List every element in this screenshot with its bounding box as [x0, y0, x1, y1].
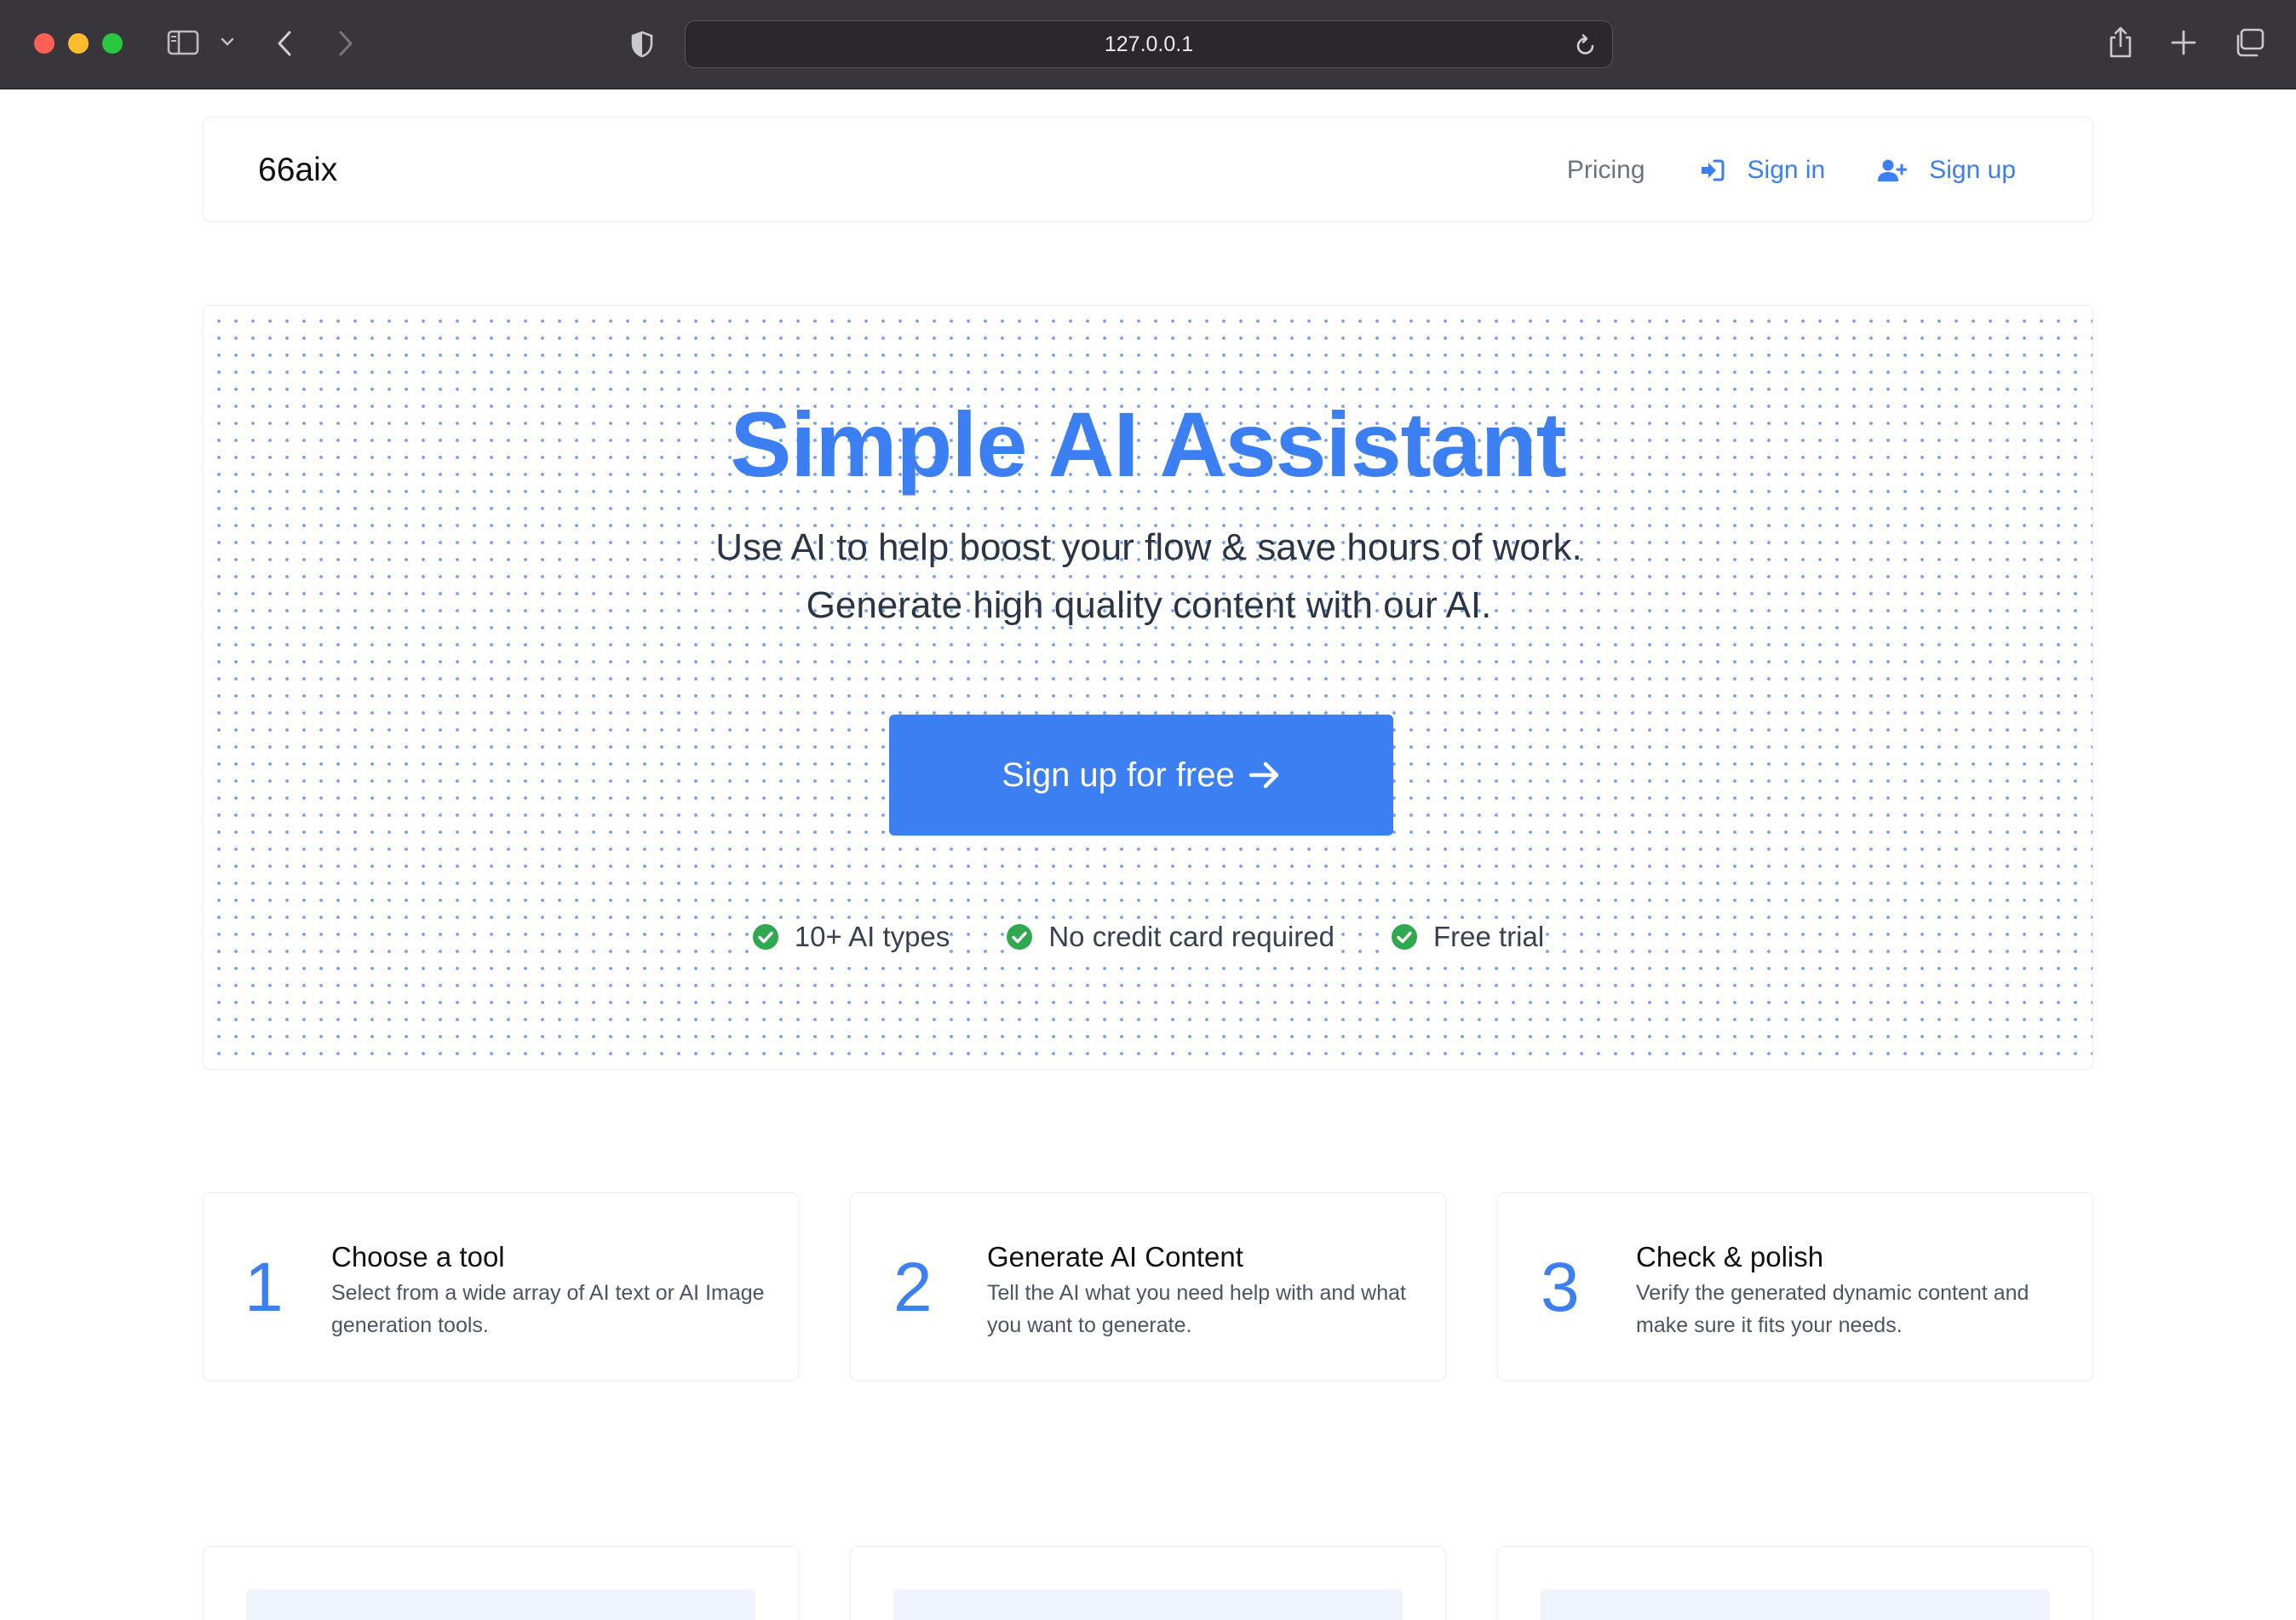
hero-perks: 10+ AI types No credit card required Fre… [204, 921, 2092, 953]
url-text: 127.0.0.1 [1104, 32, 1194, 56]
perk-item: 10+ AI types [751, 921, 950, 953]
pricing-link[interactable]: Pricing [1567, 156, 1645, 185]
check-circle-icon [1006, 923, 1033, 951]
step-number: 1 [244, 1249, 284, 1326]
feature-card[interactable] [850, 1546, 1446, 1620]
minimize-window-button[interactable] [68, 33, 89, 54]
step-card-generate-content: 2 Generate AI Content Tell the AI what y… [850, 1192, 1446, 1382]
user-plus-icon [1878, 158, 1908, 182]
sign-in-link-label: Sign in [1747, 156, 1826, 184]
perk-label: 10+ AI types [794, 921, 950, 952]
feature-card[interactable] [203, 1546, 799, 1620]
browser-toolbar: 127.0.0.1 [0, 0, 2296, 89]
address-bar[interactable]: 127.0.0.1 [685, 20, 1613, 68]
step-number: 2 [893, 1249, 933, 1326]
chevron-down-icon[interactable] [220, 36, 235, 48]
feature-card[interactable] [1497, 1546, 2093, 1620]
tab-overview-icon[interactable] [2233, 27, 2265, 58]
step-card-choose-tool: 1 Choose a tool Select from a wide array… [203, 1192, 799, 1382]
arrow-right-icon [1248, 761, 1281, 790]
hero-section: Simple AI Assistant Use AI to help boost… [203, 305, 2093, 1070]
check-circle-icon [752, 923, 779, 951]
perk-item: Free trial [1391, 921, 1545, 953]
sign-up-free-button[interactable]: Sign up for free [889, 715, 1393, 836]
share-icon[interactable] [2107, 26, 2134, 60]
sign-up-link[interactable]: Sign up [1878, 156, 2016, 185]
check-circle-icon [1391, 923, 1418, 951]
perk-label: No credit card required [1048, 921, 1335, 952]
sign-in-link[interactable]: Sign in [1700, 156, 1826, 185]
sign-up-link-label: Sign up [1929, 156, 2016, 184]
perk-item: No credit card required [1006, 921, 1335, 953]
step-description: Tell the AI what you need help with and … [987, 1281, 1406, 1337]
feature-card-media [246, 1589, 755, 1620]
sign-up-free-button-label: Sign up for free [1002, 755, 1235, 794]
step-description: Select from a wide array of AI text or A… [331, 1281, 765, 1337]
hero-title: Simple AI Assistant [730, 393, 1566, 496]
privacy-shield-icon[interactable] [630, 31, 654, 58]
nav-links: Pricing Sign in Sign up [1567, 118, 2016, 223]
feature-card-media [1541, 1589, 2050, 1620]
sidebar-toggle-icon[interactable] [167, 29, 199, 56]
step-card-check-polish: 3 Check & polish Verify the generated dy… [1497, 1192, 2093, 1382]
pricing-link-label: Pricing [1566, 156, 1645, 184]
hero-subtitle: Use AI to help boost your flow & save ho… [715, 526, 1582, 626]
feature-card-media [893, 1589, 1403, 1620]
back-icon[interactable] [274, 29, 295, 58]
forward-icon[interactable] [336, 29, 356, 58]
site-logo[interactable]: 66aix [258, 118, 337, 223]
site-navbar: 66aix Pricing Sign in Sign up [203, 117, 2093, 222]
new-tab-icon[interactable] [2170, 29, 2197, 56]
step-number: 3 [1541, 1249, 1580, 1326]
zoom-window-button[interactable] [102, 33, 123, 54]
step-title: Generate AI Content [987, 1241, 1243, 1272]
sign-in-icon [1700, 158, 1725, 182]
reload-icon[interactable] [1575, 33, 1597, 61]
step-title: Check & polish [1636, 1241, 1824, 1272]
step-description: Verify the generated dynamic content and… [1636, 1281, 2029, 1337]
perk-label: Free trial [1433, 921, 1545, 952]
step-title: Choose a tool [331, 1241, 505, 1272]
close-window-button[interactable] [34, 33, 55, 54]
